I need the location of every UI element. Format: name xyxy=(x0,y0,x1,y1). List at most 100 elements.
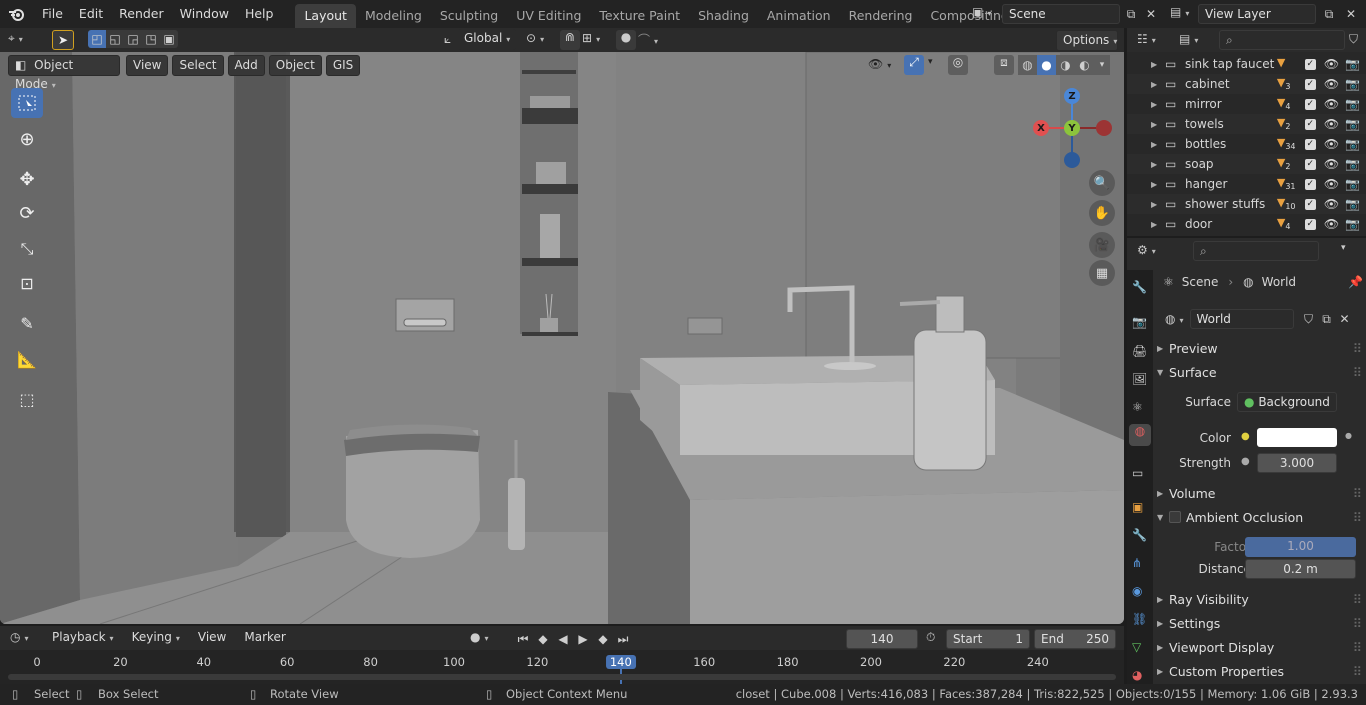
factor-field[interactable]: 1.00 xyxy=(1245,537,1356,557)
preview-range-icon[interactable]: ⏱ xyxy=(926,630,935,645)
timeline-menu-view[interactable]: View xyxy=(192,628,232,649)
outliner-item[interactable]: ▶ ▭ sink tap faucet ▼ ✓ 👁 📷 xyxy=(1127,54,1366,74)
outliner-editor-type-icon[interactable]: ☷ ▾ xyxy=(1137,32,1156,46)
tab-uv-editing[interactable]: UV Editing xyxy=(507,4,590,28)
exclude-checkbox[interactable]: ✓ xyxy=(1304,78,1316,90)
play-reverse-icon[interactable]: ◀ xyxy=(554,630,572,648)
outliner-item-label[interactable]: door xyxy=(1185,217,1277,231)
filter-icon[interactable]: ⛉ xyxy=(1349,32,1358,47)
current-frame-field[interactable]: 140 xyxy=(846,629,918,649)
axis-neg-x-icon[interactable] xyxy=(1096,120,1112,136)
panel-ray-visibility[interactable]: ▶ Ray Visibility ⠿ xyxy=(1157,588,1362,610)
panel-preview[interactable]: ▶ Preview ⠿ xyxy=(1157,337,1362,359)
outliner-item[interactable]: ▶ ▭ bottles ▼34 ✓ 👁 📷 xyxy=(1127,134,1366,154)
axis-neg-z-icon[interactable] xyxy=(1064,152,1080,168)
zoom-icon[interactable]: 🔍 xyxy=(1089,170,1115,196)
camera-icon[interactable]: 📷 xyxy=(1345,137,1360,151)
select-new-icon[interactable]: ◰ xyxy=(88,30,106,48)
render-tab-icon[interactable]: 📷 xyxy=(1132,315,1147,329)
eye-icon[interactable]: 👁 xyxy=(1324,157,1339,171)
collection-tab-icon[interactable]: ▭ xyxy=(1132,466,1143,480)
panel-volume[interactable]: ▶ Volume ⠿ xyxy=(1157,482,1362,504)
navigation-gizmo[interactable]: Z X Y xyxy=(1028,86,1118,176)
modifier-tab-icon[interactable]: 🔧 xyxy=(1132,528,1147,542)
surface-shader-field[interactable]: ● Background xyxy=(1237,392,1337,412)
camera-icon[interactable]: 📷 xyxy=(1345,197,1360,211)
timeline-menu-keying[interactable]: Keying ▾ xyxy=(126,628,186,649)
breadcrumb-world[interactable]: World xyxy=(1262,275,1296,289)
tool-tab-icon[interactable]: 🔧 xyxy=(1132,280,1147,294)
drag-handle-icon[interactable]: ⠿ xyxy=(1353,486,1362,501)
exclude-checkbox[interactable]: ✓ xyxy=(1304,58,1316,70)
expand-arrow-icon[interactable]: ▶ xyxy=(1151,180,1165,189)
exclude-checkbox[interactable]: ✓ xyxy=(1304,218,1316,230)
perspective-toggle-icon[interactable]: ▦ xyxy=(1089,260,1115,286)
expand-arrow-icon[interactable]: ▶ xyxy=(1151,200,1165,209)
delete-view-layer-icon[interactable]: ✕ xyxy=(1342,5,1360,23)
eye-icon[interactable]: 👁 xyxy=(1324,137,1339,151)
axis-x-icon[interactable]: X xyxy=(1033,120,1049,136)
exclude-checkbox[interactable]: ✓ xyxy=(1304,118,1316,130)
tab-texture-paint[interactable]: Texture Paint xyxy=(590,4,689,28)
panel-settings[interactable]: ▶ Settings ⠿ xyxy=(1157,612,1362,634)
world-name-field[interactable]: World xyxy=(1189,309,1294,329)
material-shading-icon[interactable]: ◑ xyxy=(1056,55,1075,75)
world-browse-icon[interactable]: ◍ ▾ xyxy=(1165,312,1184,326)
breadcrumb-scene[interactable]: Scene xyxy=(1182,275,1219,289)
timeline-menu-playback[interactable]: Playback ▾ xyxy=(46,628,120,649)
eye-icon[interactable]: 👁 xyxy=(1324,97,1339,111)
new-view-layer-icon[interactable]: ⧉ xyxy=(1320,5,1338,23)
material-tab-icon[interactable]: ◕ xyxy=(1132,668,1142,682)
orientation-dropdown[interactable]: Global ▾ xyxy=(458,29,516,50)
panel-custom-properties[interactable]: ▶ Custom Properties ⠿ xyxy=(1157,660,1362,682)
end-frame-field[interactable]: End 250 xyxy=(1034,629,1116,649)
drag-handle-icon[interactable]: ⠿ xyxy=(1353,510,1362,525)
outliner-item[interactable]: ▶ ▭ cabinet ▼3 ✓ 👁 📷 xyxy=(1127,74,1366,94)
data-tab-icon[interactable]: ▽ xyxy=(1132,640,1141,654)
properties-options-icon[interactable]: ▾ xyxy=(1341,243,1346,253)
camera-icon[interactable]: 📷 xyxy=(1345,77,1360,91)
drag-handle-icon[interactable]: ⠿ xyxy=(1353,616,1362,631)
outliner-item[interactable]: ▶ ▭ mirror ▼4 ✓ 👁 📷 xyxy=(1127,94,1366,114)
display-mode-icon[interactable]: ▤ ▾ xyxy=(1179,32,1198,46)
camera-icon[interactable]: 📷 xyxy=(1345,57,1360,71)
exclude-checkbox[interactable]: ✓ xyxy=(1304,138,1316,150)
outliner-item[interactable]: ▶ ▭ hanger ▼31 ✓ 👁 📷 xyxy=(1127,174,1366,194)
viewport-menu-object[interactable]: Object xyxy=(268,55,322,76)
outliner-item[interactable]: ▶ ▭ towels ▼2 ✓ 👁 📷 xyxy=(1127,114,1366,134)
outliner-search-input[interactable]: ⌕ xyxy=(1219,30,1345,50)
physics-tab-icon[interactable]: ◉ xyxy=(1132,584,1142,598)
outliner-item[interactable]: ▶ ▭ door ▼4 ✓ 👁 📷 xyxy=(1127,214,1366,234)
particles-tab-icon[interactable]: ⋔ xyxy=(1132,556,1142,570)
camera-icon[interactable]: 📷 xyxy=(1345,117,1360,131)
outliner-item-label[interactable]: towels xyxy=(1185,117,1277,131)
tab-sculpting[interactable]: Sculpting xyxy=(431,4,507,28)
outliner-item-label[interactable]: bottles xyxy=(1185,137,1277,151)
viewport-menu-add[interactable]: Add xyxy=(227,55,265,76)
timeline-editor-type-icon[interactable]: ◷ ▾ xyxy=(10,630,29,644)
exclude-checkbox[interactable]: ✓ xyxy=(1304,158,1316,170)
outliner-item[interactable]: ▶ ▭ soap ▼2 ✓ 👁 📷 xyxy=(1127,154,1366,174)
select-subtract-icon[interactable]: ◲ xyxy=(124,30,142,48)
duplicate-world-icon[interactable]: ⧉ xyxy=(1318,310,1336,328)
axis-y-icon[interactable]: Y xyxy=(1064,120,1080,136)
panel-surface[interactable]: ▼ Surface ⠿ xyxy=(1157,361,1362,383)
rotate-tool-icon[interactable]: ⟳ xyxy=(11,198,43,228)
panel-viewport-display[interactable]: ▶ Viewport Display ⠿ xyxy=(1157,636,1362,658)
select-box-tool-icon[interactable] xyxy=(11,88,43,118)
select-extend-icon[interactable]: ◱ xyxy=(106,30,124,48)
blender-logo-icon[interactable] xyxy=(0,6,34,22)
select-invert-icon[interactable]: ◳ xyxy=(142,30,160,48)
cursor-tool-icon[interactable]: ⊕ xyxy=(11,124,43,154)
delete-scene-icon[interactable]: ✕ xyxy=(1142,5,1160,23)
expand-arrow-icon[interactable]: ▶ xyxy=(1151,80,1165,89)
snap-icon[interactable]: ⋒ xyxy=(560,30,580,50)
fake-user-icon[interactable]: ⛉ xyxy=(1300,310,1318,328)
drag-handle-icon[interactable]: ⠿ xyxy=(1353,640,1362,655)
viewport-menu-view[interactable]: View xyxy=(126,55,169,76)
world-color-swatch[interactable] xyxy=(1257,428,1337,447)
next-keyframe-icon[interactable]: ◆ xyxy=(594,630,612,648)
eye-icon[interactable]: 👁 xyxy=(1324,197,1339,211)
3d-viewport[interactable]: ◧ Object Mode ▾ View Select Add Object GI… xyxy=(0,52,1124,624)
start-frame-field[interactable]: Start 1 xyxy=(946,629,1030,649)
